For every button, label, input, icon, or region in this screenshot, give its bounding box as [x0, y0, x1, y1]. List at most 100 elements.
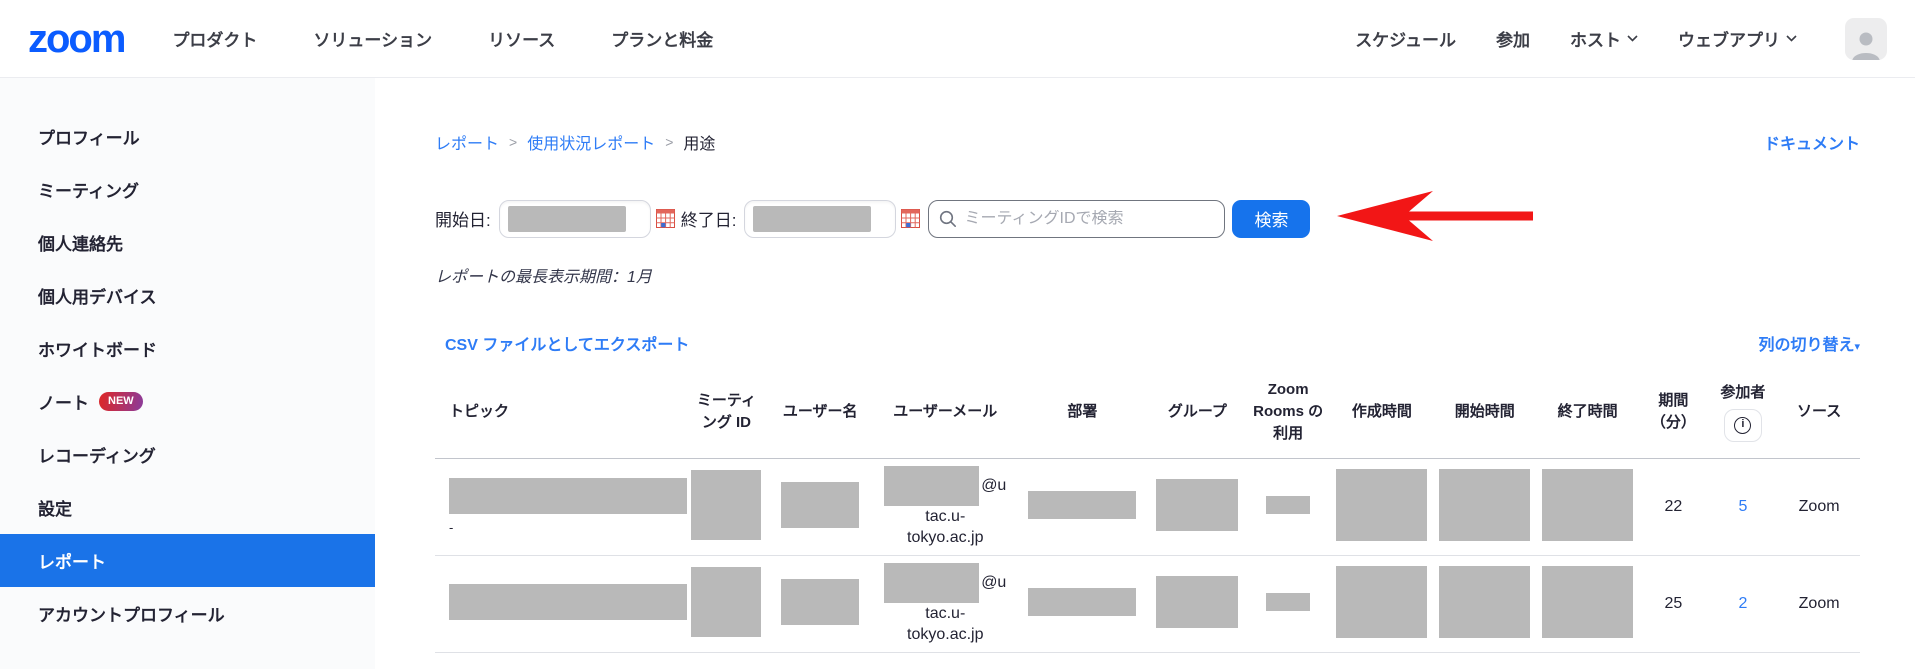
red-arrow-annotation [1336, 190, 1534, 247]
new-badge: NEW [99, 392, 143, 411]
col-header-group: グループ [1149, 365, 1246, 459]
duration-cell: 25 [1639, 556, 1708, 653]
export-csv-link[interactable]: CSV ファイルとしてエクスポート [445, 331, 689, 355]
usage-report-table: トピック ミーティング ID ユーザー名 ユーザーメール 部署 グループ Zoo… [435, 365, 1860, 653]
calendar-icon[interactable] [656, 209, 675, 228]
redacted-department [1028, 588, 1136, 616]
col-header-end-time: 終了時間 [1536, 365, 1639, 459]
redacted-email [884, 466, 979, 506]
sidebar-item-settings[interactable]: 設定 [0, 481, 375, 534]
sidebar-item-account-profile[interactable]: アカウントプロフィール [0, 587, 375, 640]
nav-resources[interactable]: リソース [488, 26, 555, 51]
redacted-meeting-id [691, 470, 761, 540]
search-input[interactable] [964, 210, 1214, 228]
person-icon [1849, 28, 1883, 60]
top-navbar: zoom プロダクト ソリューション リソース プランと料金 スケジュール 参加… [0, 0, 1915, 78]
breadcrumb-separator: > [665, 134, 673, 150]
table-row: @u tac.u- tokyo.ac.jp 25 2 Zoom [435, 556, 1860, 653]
sidebar-item-profile[interactable]: プロフィール [0, 110, 375, 163]
source-cell: Zoom [1778, 459, 1860, 556]
chevron-down-icon [1627, 35, 1638, 42]
info-icon[interactable]: i [1724, 409, 1762, 442]
col-header-zoom-rooms: Zoom Rooms の利用 [1246, 365, 1331, 459]
col-header-department: 部署 [1016, 365, 1149, 459]
table-toolbar: CSV ファイルとしてエクスポート 列の切り替え▾ [435, 331, 1860, 355]
sidebar-item-whiteboard[interactable]: ホワイトボード [0, 322, 375, 375]
start-date-input[interactable] [499, 200, 651, 238]
nav-web-app[interactable]: ウェブアプリ [1678, 26, 1797, 51]
redacted-user-name [781, 579, 859, 625]
col-header-start-time: 開始時間 [1433, 365, 1536, 459]
meeting-id-search-box [928, 200, 1225, 238]
redacted-department [1028, 491, 1136, 519]
col-header-participants: 参加者 i [1708, 365, 1779, 459]
duration-cell: 22 [1639, 459, 1708, 556]
sidebar-item-meetings[interactable]: ミーティング [0, 163, 375, 216]
user-email-cell: @u tac.u- tokyo.ac.jp [875, 459, 1016, 556]
redacted-email [884, 563, 979, 603]
navbar-left: プロダクト ソリューション リソース プランと料金 [172, 26, 713, 51]
redacted-user-name [781, 482, 859, 528]
breadcrumb-reports[interactable]: レポート [435, 130, 499, 154]
nav-join[interactable]: 参加 [1496, 26, 1530, 51]
sidebar-item-reports[interactable]: レポート [0, 534, 375, 587]
nav-solutions[interactable]: ソリューション [313, 26, 432, 51]
start-date-label: 開始日: [435, 206, 491, 231]
sidebar-item-recordings[interactable]: レコーディング [0, 428, 375, 481]
breadcrumb-current-page: 用途 [683, 130, 715, 154]
documentation-link[interactable]: ドキュメント [1764, 130, 1860, 154]
table-header-row: トピック ミーティング ID ユーザー名 ユーザーメール 部署 グループ Zoo… [435, 365, 1860, 459]
redacted-create-time [1336, 469, 1427, 541]
zoom-logo[interactable]: zoom [28, 19, 124, 59]
participants-link[interactable]: 2 [1738, 595, 1747, 612]
nav-plans-pricing[interactable]: プランと料金 [611, 26, 713, 51]
breadcrumb-separator: > [509, 134, 517, 150]
redacted-start-time [1439, 566, 1530, 638]
breadcrumb-usage-reports[interactable]: 使用状況レポート [527, 130, 655, 154]
col-header-source: ソース [1778, 365, 1860, 459]
redacted-zoom-rooms [1266, 496, 1310, 514]
source-cell: Zoom [1778, 556, 1860, 653]
end-date-label: 終了日: [681, 206, 737, 231]
toggle-columns-dropdown[interactable]: 列の切り替え▾ [1758, 331, 1860, 355]
redacted-end-date [753, 206, 871, 232]
redacted-group [1156, 479, 1238, 531]
end-date-input[interactable] [744, 200, 896, 238]
search-button[interactable]: 検索 [1232, 200, 1310, 238]
sidebar: プロフィール ミーティング 個人連絡先 個人用デバイス ホワイトボード ノート … [0, 78, 375, 669]
triangle-down-icon: ▾ [1854, 341, 1860, 353]
redacted-end-time [1542, 566, 1633, 638]
col-header-duration: 期間（分） [1639, 365, 1708, 459]
col-header-create-time: 作成時間 [1330, 365, 1433, 459]
redacted-group [1156, 576, 1238, 628]
redacted-meeting-id [691, 567, 761, 637]
redacted-create-time [1336, 566, 1427, 638]
main-content: レポート > 使用状況レポート > 用途 ドキュメント 開始日: 終了日: [375, 78, 1915, 669]
nav-host[interactable]: ホスト [1570, 26, 1638, 51]
redacted-topic [449, 584, 687, 620]
col-header-meeting-id: ミーティング ID [687, 365, 766, 459]
search-icon [939, 210, 957, 228]
calendar-icon[interactable] [901, 209, 920, 228]
redacted-start-date [508, 206, 626, 232]
navbar-right: スケジュール 参加 ホスト ウェブアプリ [1355, 18, 1887, 60]
sidebar-item-contacts[interactable]: 個人連絡先 [0, 216, 375, 269]
redacted-zoom-rooms [1266, 593, 1310, 611]
filter-row: 開始日: 終了日: [435, 190, 1860, 247]
nav-products[interactable]: プロダクト [172, 26, 257, 51]
sidebar-item-notes[interactable]: ノート NEW [0, 375, 375, 428]
chevron-down-icon [1786, 35, 1797, 42]
col-header-topic: トピック [435, 365, 687, 459]
breadcrumb: レポート > 使用状況レポート > 用途 ドキュメント [435, 130, 1860, 154]
nav-schedule[interactable]: スケジュール [1355, 26, 1456, 51]
col-header-user-name: ユーザー名 [766, 365, 875, 459]
sidebar-item-devices[interactable]: 個人用デバイス [0, 269, 375, 322]
table-row: - @u tac.u- tokyo.ac.jp 22 5 [435, 459, 1860, 556]
participants-link[interactable]: 5 [1738, 498, 1747, 515]
redacted-topic [449, 478, 687, 514]
user-email-cell: @u tac.u- tokyo.ac.jp [875, 556, 1016, 653]
user-avatar[interactable] [1845, 18, 1887, 60]
redacted-start-time [1439, 469, 1530, 541]
col-header-user-email: ユーザーメール [875, 365, 1016, 459]
max-report-period-note: レポートの最長表示期間：1月 [435, 263, 1860, 287]
